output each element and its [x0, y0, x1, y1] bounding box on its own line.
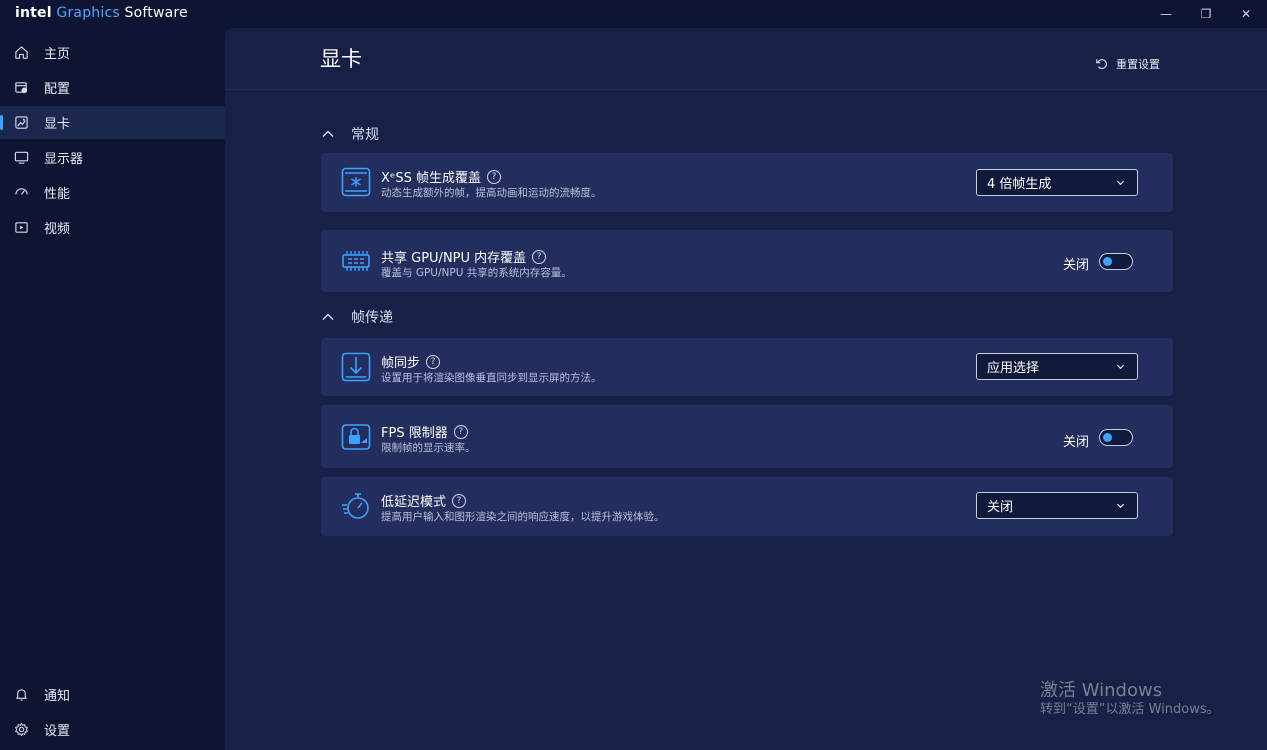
sidebar-item-label: 视频 [44, 222, 71, 237]
card-title-text: 帧同步 [381, 356, 421, 371]
chevron-down-icon [1116, 180, 1125, 186]
sidebar-item-graphics[interactable]: 显卡 [0, 106, 225, 139]
sidebar-item-label: 设置 [44, 724, 71, 739]
toggle-knob [1103, 432, 1112, 442]
section-title: 常规 [351, 127, 379, 143]
reset-settings-button[interactable]: 重置设置 [1095, 56, 1160, 72]
card-description: 动态生成额外的帧，提高动画和运动的流畅度。 [381, 187, 602, 199]
close-button[interactable]: ✕ [1236, 4, 1256, 24]
card-title-text: 共享 GPU/NPU 内存覆盖 [381, 251, 527, 266]
card-description: 覆盖与 GPU/NPU 共享的系统内存容量。 [381, 267, 572, 279]
app-brand: intel Graphics Software [15, 5, 188, 21]
sidebar-item-profiles[interactable]: 配置 [0, 71, 225, 104]
stopwatch-icon [342, 493, 369, 519]
section-general-toggle[interactable]: 常规 [321, 124, 379, 144]
title-bar: intel Graphics Software — ❐ ✕ [0, 0, 1267, 28]
fps-lock-icon [341, 424, 371, 450]
gauge-icon [13, 185, 29, 201]
header-divider [225, 89, 1267, 90]
shared-memory-override-card: 共享 GPU/NPU 内存覆盖 ? 覆盖与 GPU/NPU 共享的系统内存容量。… [321, 230, 1173, 292]
main-panel: 显卡 重置设置 常规 XᵉSS 帧生成覆盖 ? 动态生成额外的帧，提高动画和运动… [225, 28, 1267, 750]
card-title: 低延迟模式 ? [381, 491, 467, 510]
monitor-icon [13, 150, 29, 166]
toggle-state-label: 关闭 [1063, 258, 1090, 273]
help-icon[interactable]: ? [452, 493, 467, 508]
card-title: FPS 限制器 ? [381, 422, 468, 441]
card-description: 提高用户输入和图形渲染之间的响应速度，以提升游戏体验。 [381, 511, 665, 523]
activation-watermark-subtitle: 转到“设置”以激活 Windows。 [1040, 702, 1220, 717]
card-description: 限制帧的显示速率。 [381, 442, 476, 454]
help-icon[interactable]: ? [426, 354, 441, 369]
chevron-down-icon [1116, 364, 1125, 370]
chevron-up-icon [322, 313, 334, 320]
shared-memory-toggle[interactable] [1099, 253, 1133, 270]
card-title-text: FPS 限制器 [381, 426, 448, 441]
brand-graphics: Graphics [56, 5, 120, 21]
sidebar-item-settings[interactable]: 设置 [0, 713, 225, 746]
active-indicator [0, 115, 3, 130]
card-description: 设置用于将渲染图像垂直同步到显示屏的方法。 [381, 372, 602, 384]
reset-label: 重置设置 [1116, 58, 1160, 71]
sidebar-item-display[interactable]: 显示器 [0, 141, 225, 174]
frame-sync-card: 帧同步 ? 设置用于将渲染图像垂直同步到显示屏的方法。 应用选择 [321, 338, 1173, 396]
chevron-down-icon [1116, 503, 1125, 509]
fps-limiter-card: FPS 限制器 ? 限制帧的显示速率。 关闭 [321, 405, 1173, 468]
section-frame-delivery-toggle[interactable]: 帧传递 [321, 307, 393, 327]
frame-sync-icon [341, 352, 371, 382]
bell-icon [13, 687, 29, 703]
dropdown-value: 关闭 [987, 500, 1014, 515]
brand-software: Software [124, 5, 188, 21]
sidebar: 主页 配置 显卡 显示器 性能 视频 通知 设置 [0, 28, 225, 750]
help-icon[interactable]: ? [532, 249, 547, 264]
chevron-up-icon [322, 130, 334, 137]
low-latency-dropdown[interactable]: 关闭 [976, 492, 1138, 519]
section-title: 帧传递 [351, 310, 393, 326]
sidebar-item-label: 性能 [44, 187, 71, 202]
graphics-icon [13, 115, 29, 131]
sidebar-item-video[interactable]: 视频 [0, 211, 225, 244]
sidebar-item-label: 显示器 [44, 152, 84, 167]
toggle-knob [1103, 256, 1112, 266]
xess-frame-generation-dropdown[interactable]: 4 倍帧生成 [976, 169, 1138, 196]
card-title-text: 低延迟模式 [381, 495, 447, 510]
home-icon [13, 45, 29, 61]
help-icon[interactable]: ? [453, 424, 468, 439]
card-title: XᵉSS 帧生成覆盖 ? [381, 167, 501, 186]
memory-chip-icon [342, 251, 370, 271]
low-latency-mode-card: 低延迟模式 ? 提高用户输入和图形渲染之间的响应速度，以提升游戏体验。 关闭 [321, 477, 1173, 536]
sidebar-item-label: 主页 [44, 47, 71, 62]
card-title-text: XᵉSS 帧生成覆盖 [381, 171, 481, 186]
sidebar-item-performance[interactable]: 性能 [0, 176, 225, 209]
toggle-state-label: 关闭 [1063, 435, 1090, 450]
restore-button[interactable]: ❐ [1196, 4, 1216, 24]
sidebar-item-notifications[interactable]: 通知 [0, 678, 225, 711]
card-title: 共享 GPU/NPU 内存覆盖 ? [381, 247, 547, 266]
video-icon [13, 220, 29, 236]
xess-frame-generation-card: XᵉSS 帧生成覆盖 ? 动态生成额外的帧，提高动画和运动的流畅度。 4 倍帧生… [321, 153, 1173, 212]
sidebar-item-label: 显卡 [44, 117, 71, 132]
help-icon[interactable]: ? [486, 169, 501, 184]
fps-limiter-toggle[interactable] [1099, 429, 1133, 446]
sidebar-item-home[interactable]: 主页 [0, 36, 225, 69]
page-title: 显卡 [320, 47, 362, 71]
minimize-button[interactable]: — [1156, 4, 1176, 24]
card-title: 帧同步 ? [381, 352, 441, 371]
brand-intel: intel [15, 5, 52, 21]
sidebar-item-label: 通知 [44, 689, 71, 704]
dropdown-value: 4 倍帧生成 [987, 177, 1052, 192]
frame-generation-icon [341, 167, 371, 197]
frame-sync-dropdown[interactable]: 应用选择 [976, 353, 1138, 380]
sidebar-item-label: 配置 [44, 82, 71, 97]
profile-icon [13, 80, 29, 96]
gear-icon [13, 722, 29, 738]
reset-icon [1096, 59, 1107, 69]
dropdown-value: 应用选择 [987, 361, 1040, 376]
